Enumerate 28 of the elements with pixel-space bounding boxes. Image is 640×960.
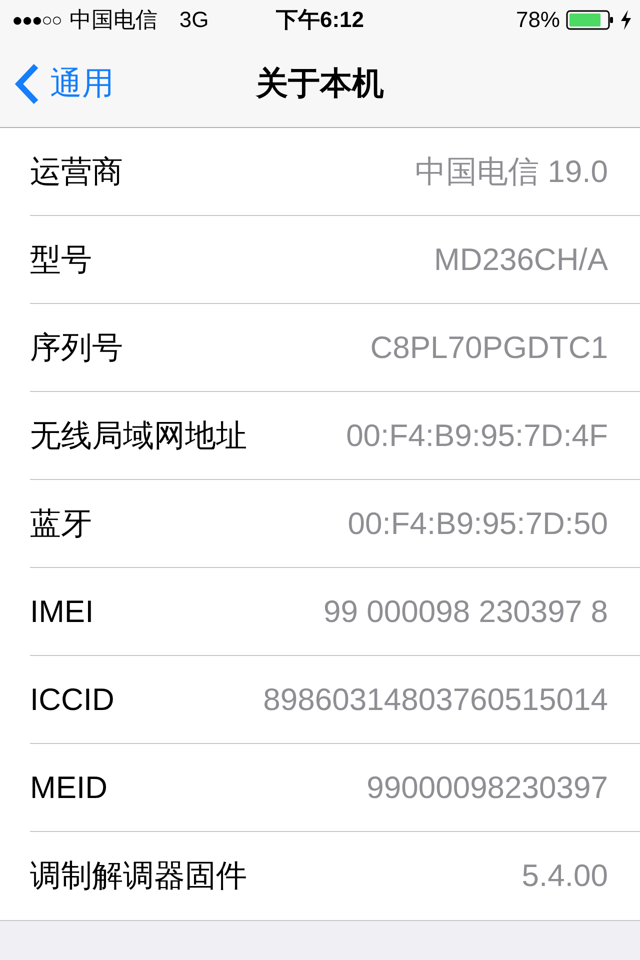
row-label: MEID [30, 770, 108, 806]
charging-icon [620, 10, 632, 30]
network-type: 3G [179, 7, 209, 33]
row-label: 调制解调器固件 [30, 857, 247, 895]
row-value: C8PL70PGDTC1 [370, 330, 608, 366]
row-label: 无线局域网地址 [30, 416, 247, 454]
row-label: ICCID [30, 682, 114, 718]
row-value: 99 000098 230397 8 [324, 594, 608, 630]
back-chevron-icon [14, 62, 40, 104]
row-label: 序列号 [30, 328, 123, 366]
row-value: 5.4.00 [522, 858, 608, 894]
carrier-name: 中国电信 [69, 6, 158, 34]
row-label: 型号 [30, 240, 92, 278]
back-button[interactable]: 通用 [0, 62, 114, 106]
row-label: IMEI [30, 594, 94, 630]
row-value: 00:F4:B9:95:7D:4F [346, 418, 608, 454]
row-label: 蓝牙 [30, 504, 92, 542]
battery-percent: 78% [516, 7, 560, 33]
status-time: 下午6:12 [276, 6, 364, 34]
row-value: 中国电信 19.0 [415, 152, 608, 190]
page-title: 关于本机 [256, 64, 384, 102]
signal-strength: ●●●○○ [12, 10, 62, 30]
row-value: 00:F4:B9:95:7D:50 [348, 506, 608, 542]
row-value: MD236CH/A [434, 242, 608, 278]
row-label: 运营商 [30, 152, 123, 190]
battery-icon [566, 10, 614, 30]
row-value: 89860314803760515014 [263, 682, 608, 718]
row-value: 99000098230397 [366, 770, 608, 806]
